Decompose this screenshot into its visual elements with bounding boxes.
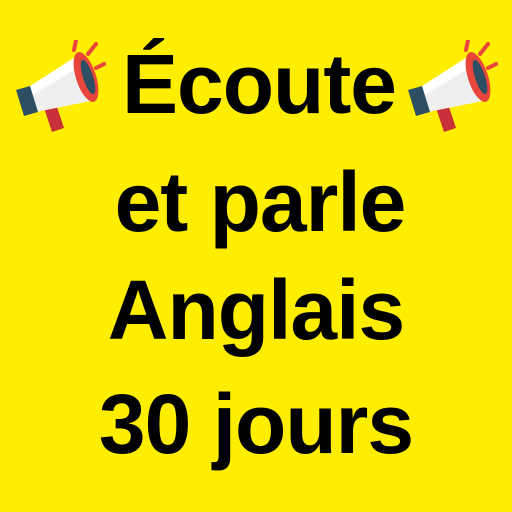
headline-line-3: Anglais <box>107 263 405 357</box>
headline-line-1: Écoute <box>121 37 397 131</box>
app-icon-canvas: Écoute et parle Anglais 30 jours <box>0 0 512 512</box>
headline-line-2: et parle <box>114 155 407 249</box>
headline-line-4: 30 jours <box>98 377 414 471</box>
